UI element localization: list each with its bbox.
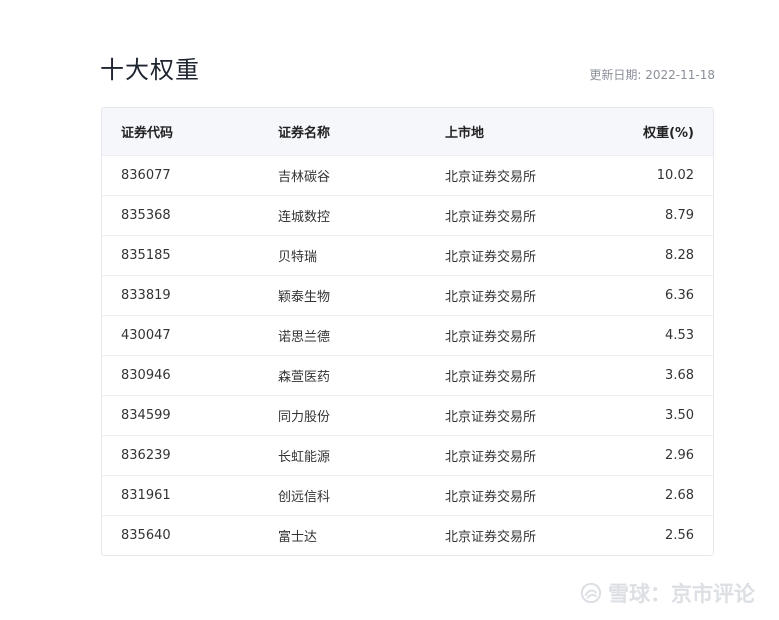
cell-name: 颖泰生物 <box>278 289 331 305</box>
cell-name: 诺思兰德 <box>278 329 331 345</box>
cell-code: 834599 <box>121 407 171 423</box>
cell-code: 836239 <box>121 447 171 463</box>
cell-weight: 8.79 <box>665 207 694 223</box>
cell-code: 831961 <box>121 487 171 503</box>
table-row: 836077 吉林碳谷 北京证券交易所 10.02 <box>102 155 713 195</box>
cell-name: 长虹能源 <box>278 449 331 465</box>
cell-name: 富士达 <box>278 529 318 545</box>
cell-name: 连城数控 <box>278 209 331 225</box>
cell-name: 同力股份 <box>278 409 331 425</box>
holdings-table: 证券代码 证券名称 上市地 权重(%) 836077 吉林碳谷 北京证券交易所 … <box>101 107 714 556</box>
cell-weight: 2.96 <box>665 447 694 463</box>
cell-code: 835185 <box>121 247 171 263</box>
update-date-value: 2022-11-18 <box>645 68 715 82</box>
cell-name: 森萱医药 <box>278 369 331 385</box>
table-row: 831961 创远信科 北京证券交易所 2.68 <box>102 475 713 515</box>
table-row: 833819 颖泰生物 北京证券交易所 6.36 <box>102 275 713 315</box>
cell-weight: 8.28 <box>665 247 694 263</box>
cell-code: 430047 <box>121 327 171 343</box>
cell-weight: 6.36 <box>665 287 694 303</box>
cell-exchange: 北京证券交易所 <box>445 489 537 505</box>
watermark: 雪球：京市评论 <box>580 578 755 608</box>
update-date-label: 更新日期: <box>589 68 642 82</box>
cell-code: 833819 <box>121 287 171 303</box>
cell-exchange: 北京证券交易所 <box>445 409 537 425</box>
table-row: 430047 诺思兰德 北京证券交易所 4.53 <box>102 315 713 355</box>
cell-weight: 3.68 <box>665 367 694 383</box>
cell-exchange: 北京证券交易所 <box>445 529 537 545</box>
cell-exchange: 北京证券交易所 <box>445 209 537 225</box>
update-date: 更新日期: 2022-11-18 <box>589 66 715 83</box>
cell-exchange: 北京证券交易所 <box>445 369 537 385</box>
cell-name: 吉林碳谷 <box>278 169 331 185</box>
cell-weight: 3.50 <box>665 407 694 423</box>
cell-exchange: 北京证券交易所 <box>445 169 537 185</box>
page-title: 十大权重 <box>100 56 200 84</box>
snowball-logo-icon <box>580 582 602 604</box>
cell-code: 835640 <box>121 527 171 543</box>
cell-code: 830946 <box>121 367 171 383</box>
cell-weight: 10.02 <box>656 167 694 183</box>
cell-weight: 2.56 <box>665 527 694 543</box>
table-row: 830946 森萱医药 北京证券交易所 3.68 <box>102 355 713 395</box>
cell-code: 836077 <box>121 167 171 183</box>
table-row: 834599 同力股份 北京证券交易所 3.50 <box>102 395 713 435</box>
table-row: 835185 贝特瑞 北京证券交易所 8.28 <box>102 235 713 275</box>
cell-exchange: 北京证券交易所 <box>445 249 537 265</box>
cell-exchange: 北京证券交易所 <box>445 449 537 465</box>
watermark-text: 雪球：京市评论 <box>608 582 755 606</box>
header-name: 证券名称 <box>278 125 331 141</box>
cell-exchange: 北京证券交易所 <box>445 289 537 305</box>
cell-code: 835368 <box>121 207 171 223</box>
cell-weight: 2.68 <box>665 487 694 503</box>
cell-weight: 4.53 <box>665 327 694 343</box>
header-code: 证券代码 <box>121 125 174 141</box>
page: 十大权重 更新日期: 2022-11-18 证券代码 证券名称 上市地 权重(%… <box>0 0 779 620</box>
cell-name: 创远信科 <box>278 489 331 505</box>
table-row: 836239 长虹能源 北京证券交易所 2.96 <box>102 435 713 475</box>
table-header-row: 证券代码 证券名称 上市地 权重(%) <box>102 108 713 155</box>
header-exchange: 上市地 <box>445 125 485 141</box>
cell-name: 贝特瑞 <box>278 249 318 265</box>
table-row: 835640 富士达 北京证券交易所 2.56 <box>102 515 713 555</box>
table-row: 835368 连城数控 北京证券交易所 8.79 <box>102 195 713 235</box>
cell-exchange: 北京证券交易所 <box>445 329 537 345</box>
header-weight: 权重(%) <box>643 125 694 141</box>
